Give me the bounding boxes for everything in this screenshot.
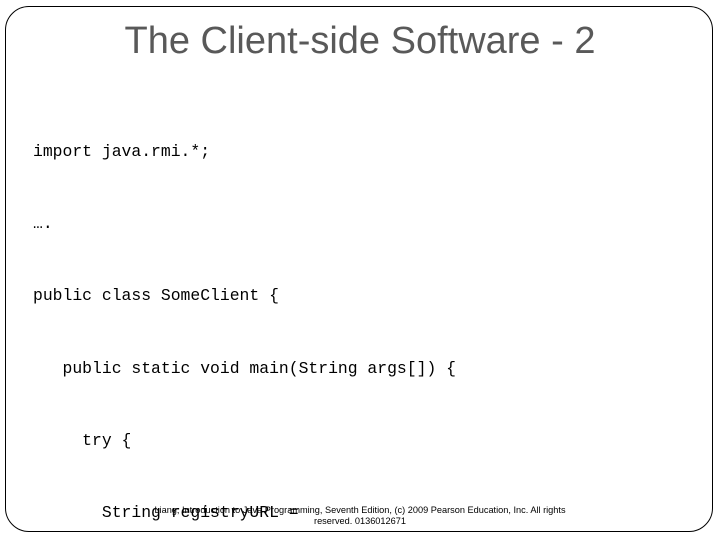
code-line: try { [33, 430, 132, 450]
code-line: public static void main(String args[]) { [33, 358, 456, 378]
slide-canvas: The Client-side Software - 2 import java… [0, 0, 720, 540]
code-line: import java.rmi.*; [33, 142, 211, 162]
copyright-footer: Liang, Introduction to Java Programming,… [154, 505, 566, 527]
code-listing: import java.rmi.*; …. public class SomeC… [33, 92, 693, 540]
page-title: The Client-side Software - 2 [124, 20, 596, 62]
code-line: …. [33, 214, 53, 234]
code-line: public class SomeClient { [33, 286, 279, 306]
